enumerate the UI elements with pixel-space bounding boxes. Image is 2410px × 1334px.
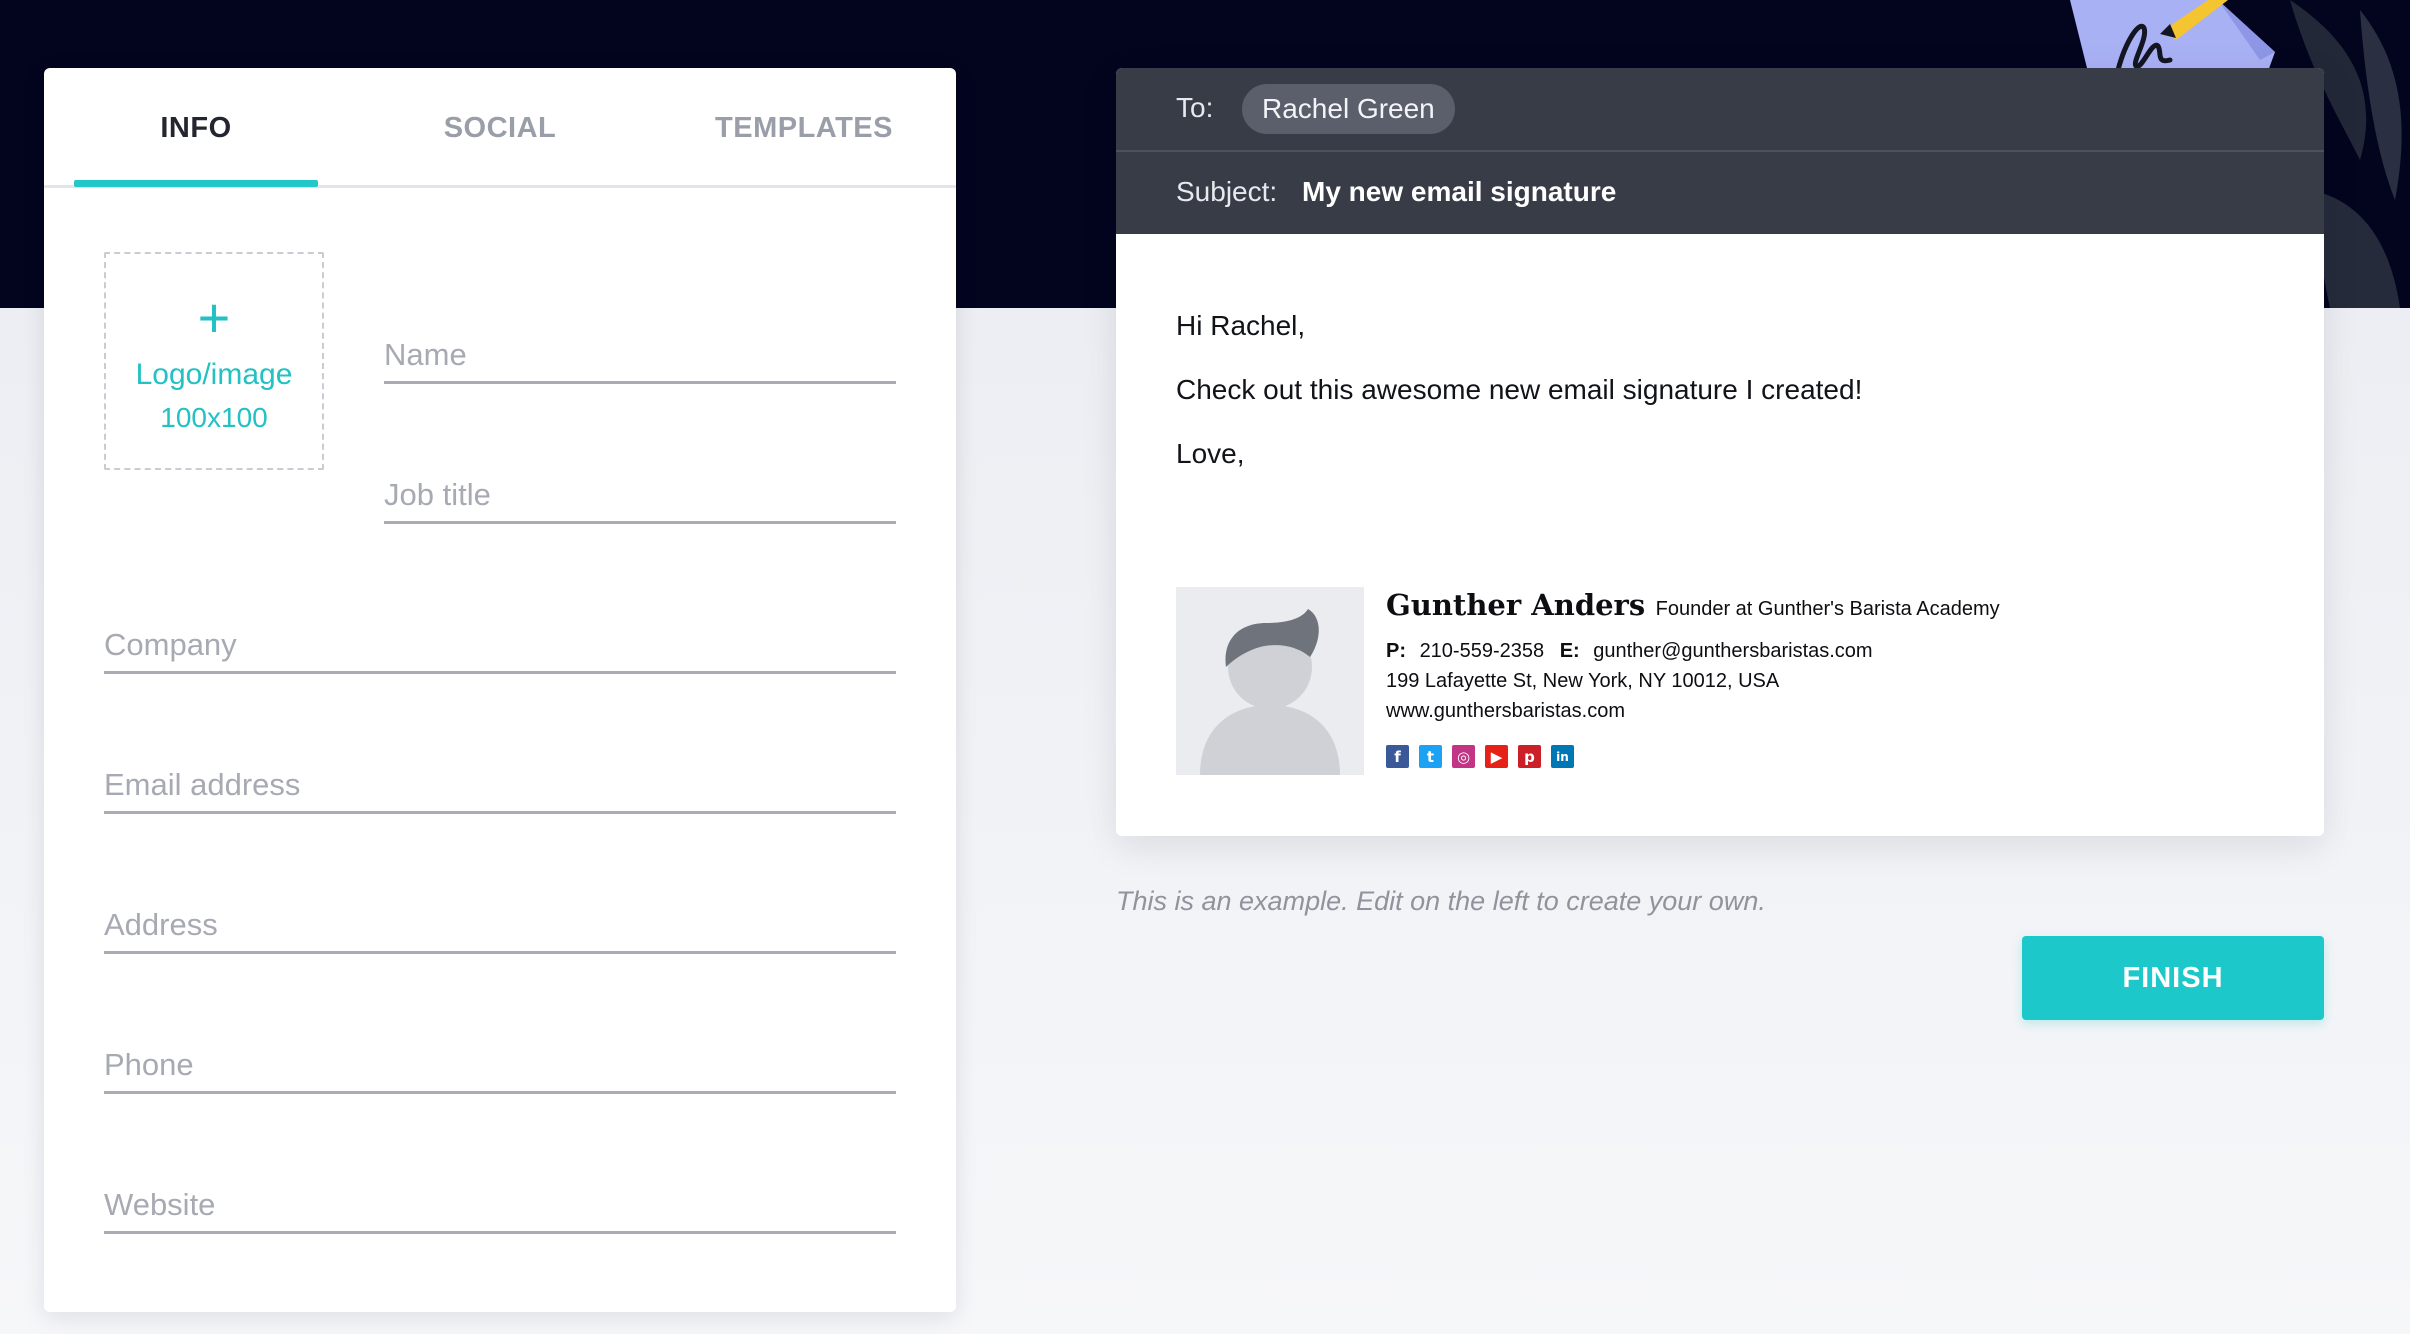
email-field bbox=[104, 752, 896, 814]
subject-value: My new email signature bbox=[1302, 176, 1617, 207]
example-note: This is an example. Edit on the left to … bbox=[1116, 886, 1766, 916]
active-tab-indicator bbox=[74, 180, 318, 187]
job-title-field bbox=[384, 462, 896, 524]
phone-label: P: bbox=[1386, 640, 1406, 662]
signature-contact-line: P: 210-559-2358 E: gunther@gunthersbaris… bbox=[1386, 640, 1873, 663]
signature-email: gunther@gunthersbaristas.com bbox=[1593, 640, 1873, 662]
signature-title: Founder at Gunther's Barista Academy bbox=[1655, 598, 2000, 620]
signature-phone: 210-559-2358 bbox=[1419, 640, 1545, 662]
company-field bbox=[104, 612, 896, 674]
subject-label: Subject: bbox=[1176, 176, 1278, 207]
plus-icon: + bbox=[197, 286, 231, 349]
linkedin-icon[interactable]: in bbox=[1551, 745, 1574, 768]
email-closing: Love, bbox=[1176, 438, 1245, 469]
job-title-input[interactable] bbox=[384, 477, 896, 513]
email-header: To: Rachel Green Subject: My new email s… bbox=[1116, 68, 2324, 234]
instagram-icon[interactable]: ◎ bbox=[1452, 745, 1475, 768]
email-preview-card: To: Rachel Green Subject: My new email s… bbox=[1116, 68, 2324, 836]
twitter-icon[interactable]: t bbox=[1419, 745, 1442, 768]
to-label: To: bbox=[1176, 92, 1214, 123]
website-input[interactable] bbox=[104, 1187, 896, 1223]
tab-social[interactable]: SOCIAL bbox=[378, 68, 622, 188]
name-field bbox=[384, 322, 896, 384]
email-message: Check out this awesome new email signatu… bbox=[1176, 374, 1863, 405]
facebook-icon[interactable]: f bbox=[1386, 745, 1409, 768]
phone-field bbox=[104, 1032, 896, 1094]
signature-form-card: INFO SOCIAL TEMPLATES + Logo/image 100x1… bbox=[44, 68, 956, 1312]
address-field bbox=[104, 892, 896, 954]
avatar-placeholder-icon bbox=[1176, 587, 1364, 775]
avatar bbox=[1176, 587, 1364, 775]
email-label: E: bbox=[1559, 640, 1580, 662]
company-input[interactable] bbox=[104, 627, 896, 663]
signature-address: 199 Lafayette St, New York, NY 10012, US… bbox=[1386, 670, 1780, 692]
address-input[interactable] bbox=[104, 907, 896, 943]
recipient-chip[interactable]: Rachel Green bbox=[1242, 84, 1455, 134]
name-input[interactable] bbox=[384, 337, 896, 373]
email-input[interactable] bbox=[104, 767, 896, 803]
youtube-icon[interactable]: ▶ bbox=[1485, 745, 1508, 768]
tab-templates[interactable]: TEMPLATES bbox=[682, 68, 926, 188]
signature-name: Gunther Anders bbox=[1386, 588, 1646, 622]
tab-bar: INFO SOCIAL TEMPLATES bbox=[44, 68, 956, 188]
finish-button[interactable]: FINISH bbox=[2022, 936, 2324, 1020]
tab-info[interactable]: INFO bbox=[74, 68, 318, 188]
logo-upload-button[interactable]: + Logo/image 100x100 bbox=[104, 252, 324, 470]
website-field bbox=[104, 1172, 896, 1234]
logo-upload-label: Logo/image bbox=[135, 358, 293, 391]
logo-upload-size: 100x100 bbox=[160, 402, 268, 433]
signature-website: www.gunthersbaristas.com bbox=[1386, 700, 1625, 722]
pinterest-icon[interactable]: p bbox=[1518, 745, 1541, 768]
phone-input[interactable] bbox=[104, 1047, 896, 1083]
signature-name-row: Gunther Anders Founder at Gunther's Bari… bbox=[1386, 588, 2000, 622]
social-icons-row: f t ◎ ▶ p in bbox=[1386, 745, 1574, 768]
email-greeting: Hi Rachel, bbox=[1176, 310, 1306, 341]
to-row: To: Rachel Green bbox=[1116, 68, 2324, 152]
